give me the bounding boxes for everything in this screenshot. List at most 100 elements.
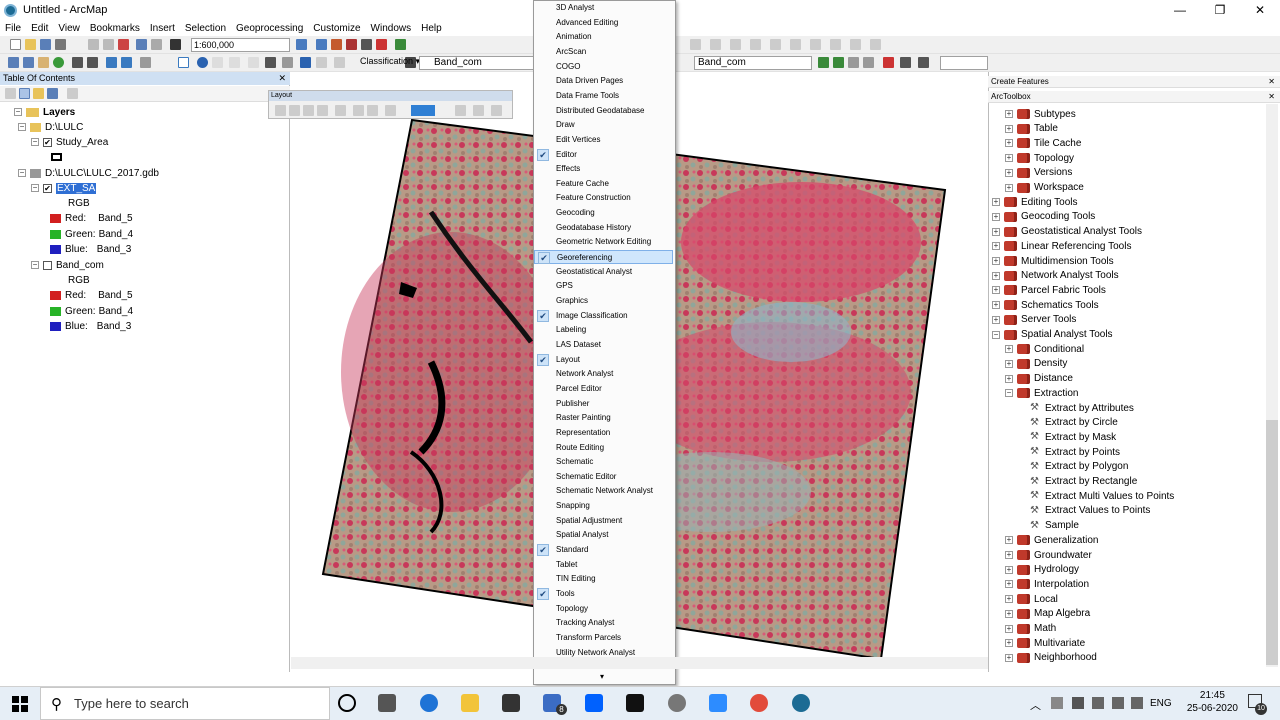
expand-icon[interactable]: +: [992, 257, 1000, 265]
menu-item-layout[interactable]: ✔ Layout: [534, 353, 673, 367]
collapse-icon[interactable]: −: [31, 184, 39, 192]
collapse-icon[interactable]: −: [31, 261, 39, 269]
expand-icon[interactable]: +: [1005, 374, 1013, 383]
arcmap-taskbar-icon[interactable]: [792, 694, 810, 712]
toolbox-item-interpolation[interactable]: + Interpolation: [1005, 577, 1089, 591]
expand-icon[interactable]: +: [1005, 653, 1013, 662]
minimize-button[interactable]: —: [1160, 0, 1200, 20]
menu-item-geostatistical-analyst[interactable]: Geostatistical Analyst: [534, 265, 673, 279]
toolbox-item-extract-attributes[interactable]: ⚒ Extract by Attributes: [1030, 401, 1134, 415]
toolbox-item-extract-rectangle[interactable]: ⚒ Extract by Rectangle: [1030, 475, 1137, 489]
undo-icon[interactable]: [136, 39, 147, 50]
create-features-close-icon[interactable]: ✕: [1268, 76, 1275, 88]
toolbox-item-subtypes[interactable]: + Subtypes: [1005, 107, 1076, 121]
menu-scroll-down-icon[interactable]: ▾: [600, 672, 604, 681]
menu-item-distributed-geodatabase[interactable]: Distributed Geodatabase: [534, 104, 673, 118]
zoom-in-icon[interactable]: [8, 57, 19, 68]
menu-item-feature-cache[interactable]: Feature Cache: [534, 177, 673, 191]
toc-layer-ext-sa[interactable]: − ✔ EXT_SA: [31, 181, 97, 195]
ext-sa-checkbox[interactable]: ✔: [43, 183, 52, 193]
menu-item-spatial-adjustment[interactable]: Spatial Adjustment: [534, 514, 673, 528]
list-by-visibility-icon[interactable]: [33, 88, 44, 99]
cortana-icon[interactable]: [338, 694, 356, 712]
model-builder-icon[interactable]: [376, 39, 387, 50]
print-icon[interactable]: [55, 39, 66, 50]
find-icon[interactable]: [265, 57, 276, 68]
expand-icon[interactable]: +: [992, 286, 1000, 295]
menu-item-labeling[interactable]: Labeling: [534, 323, 673, 337]
band-com-blue[interactable]: Blue: Band_3: [50, 319, 131, 333]
toolbox-item-generalization[interactable]: + Generalization: [1005, 533, 1098, 547]
layout-fixed-zoom-out-icon[interactable]: [367, 105, 378, 116]
expand-icon[interactable]: +: [1005, 536, 1013, 545]
layout-whole-page-icon[interactable]: [317, 105, 328, 116]
ext-sa-green[interactable]: Green: Band_4: [50, 227, 133, 241]
expand-icon[interactable]: +: [992, 301, 1000, 310]
layout-back-icon[interactable]: [385, 105, 396, 116]
expand-icon[interactable]: +: [992, 271, 1000, 280]
ext-sa-blue[interactable]: Blue: Band_3: [50, 242, 131, 256]
georeferencing-layer-select[interactable]: Band_com: [694, 56, 812, 70]
expand-icon[interactable]: +: [1005, 551, 1013, 559]
html-popup-icon[interactable]: [229, 57, 240, 68]
layout-zoom-percent-field[interactable]: [411, 105, 435, 116]
menu-item-snapping[interactable]: Snapping: [534, 499, 673, 513]
menu-item-edit-vertices[interactable]: Edit Vertices: [534, 133, 673, 147]
measure-icon[interactable]: [248, 57, 259, 68]
expand-icon[interactable]: +: [992, 227, 1000, 236]
toolbox-item-geocoding-tools[interactable]: + Geocoding Tools: [992, 210, 1095, 224]
menu-item-las-dataset[interactable]: LAS Dataset: [534, 338, 673, 352]
expand-icon[interactable]: +: [1005, 124, 1013, 133]
list-by-drawing-order-icon[interactable]: [5, 88, 16, 99]
classification-dropdown[interactable]: Classification ▾: [360, 56, 420, 67]
collapse-icon[interactable]: −: [18, 169, 26, 177]
zoom-icon[interactable]: [709, 694, 727, 712]
layout-fixed-zoom-in-icon[interactable]: [353, 105, 364, 116]
list-by-source-icon[interactable]: [19, 88, 30, 99]
python-window-icon[interactable]: [361, 39, 372, 50]
georef-shift-icon[interactable]: [848, 57, 859, 68]
expand-icon[interactable]: +: [1005, 609, 1013, 618]
toolbox-item-extract-multi[interactable]: ⚒ Extract Multi Values to Points: [1030, 489, 1174, 503]
wifi-icon[interactable]: [1112, 697, 1124, 709]
viewer-icon[interactable]: [334, 57, 345, 68]
add-data-icon[interactable]: [170, 39, 181, 50]
add-control-points-icon[interactable]: [863, 57, 874, 68]
layout-zoom-in-icon[interactable]: [275, 105, 286, 116]
tray-chevron-icon[interactable]: ︿: [1030, 697, 1041, 713]
menu-item-georeferencing[interactable]: ✔ Georeferencing: [534, 250, 673, 265]
menu-item-tin-editing[interactable]: TIN Editing: [534, 572, 673, 586]
map-horizontal-scrollbar[interactable]: [291, 657, 988, 669]
expand-icon[interactable]: +: [1005, 139, 1013, 148]
settings-gear-icon[interactable]: [668, 694, 686, 712]
toolbox-item-groundwater[interactable]: + Groundwater: [1005, 548, 1092, 562]
pan-icon[interactable]: [38, 57, 49, 68]
toolbox-item-tile-cache[interactable]: + Tile Cache: [1005, 136, 1081, 150]
menu-item-gps[interactable]: GPS: [534, 279, 673, 293]
expand-icon[interactable]: +: [1005, 345, 1013, 354]
copy-icon[interactable]: [103, 39, 114, 50]
select-elements-icon[interactable]: [178, 57, 189, 68]
volume-icon[interactable]: [1131, 697, 1143, 709]
menu-file[interactable]: File: [0, 23, 26, 34]
collapse-icon[interactable]: −: [31, 138, 39, 146]
toc-layers-root[interactable]: − Layers: [14, 105, 75, 119]
toolbox-item-editing-tools[interactable]: + Editing Tools: [992, 195, 1078, 209]
menu-item-tracking-analyst[interactable]: Tracking Analyst: [534, 616, 673, 630]
map-scale-input[interactable]: 1:600,000: [191, 38, 290, 52]
menu-item-editor[interactable]: ✔ Editor: [534, 148, 673, 162]
maximize-button[interactable]: ❐: [1200, 0, 1240, 20]
rotation-input[interactable]: [940, 56, 988, 70]
toc-group-lulc[interactable]: − D:\LULC: [18, 120, 83, 134]
menu-windows[interactable]: Windows: [366, 23, 417, 34]
toolbox-item-conditional[interactable]: + Conditional: [1005, 342, 1084, 356]
vertex-tool-icon[interactable]: [730, 39, 741, 50]
menu-item-parcel-editor[interactable]: Parcel Editor: [534, 382, 673, 396]
create-features-icon[interactable]: [830, 39, 841, 50]
back-extent-icon[interactable]: [106, 57, 117, 68]
toolbox-item-math[interactable]: + Math: [1005, 622, 1056, 636]
menu-item-draw[interactable]: Draw: [534, 118, 673, 132]
toolbox-item-multidimension[interactable]: + Multidimension Tools: [992, 254, 1114, 268]
layout-change-icon[interactable]: [491, 105, 502, 116]
menu-item-schematic-network-analyst[interactable]: Schematic Network Analyst: [534, 484, 673, 498]
